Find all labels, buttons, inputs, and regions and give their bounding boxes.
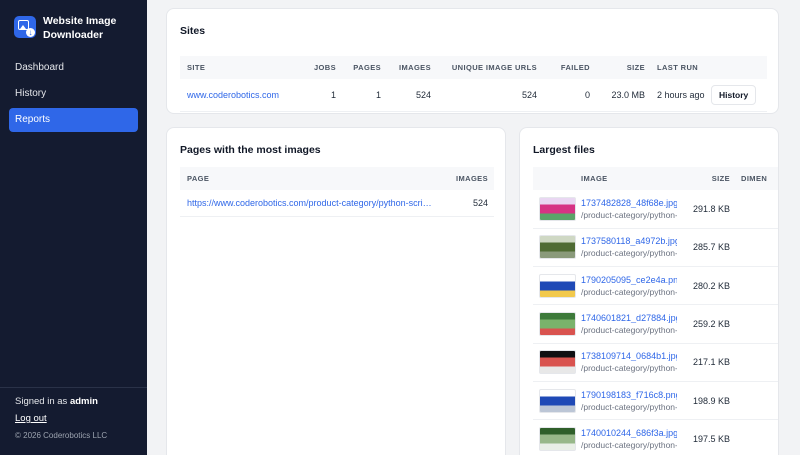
file-path: /product-category/python-scripts/	[581, 325, 677, 336]
col-unique-urls: UNIQUE IMAGE URLS	[431, 56, 537, 79]
size-value: 23.0 MB	[590, 79, 645, 112]
logout-link[interactable]: Log out	[15, 412, 47, 426]
col-thumb	[533, 167, 581, 190]
image-thumbnail[interactable]	[539, 388, 576, 413]
app-name: Website Image Downloader	[43, 15, 117, 41]
image-thumbnail[interactable]	[539, 350, 576, 375]
col-images: IMAGES	[439, 167, 494, 190]
table-row: 1738109714_0684b1.jpg/product-category/p…	[533, 343, 778, 382]
file-path: /product-category/python-scripts/	[581, 286, 677, 297]
file-size: 198.9 KB	[683, 381, 730, 421]
last-run-value: 2 hours ago	[645, 79, 711, 112]
site-link[interactable]: www.coderobotics.com	[187, 90, 279, 100]
file-path: /product-category/python-scripts/	[581, 248, 677, 259]
image-download-icon: ↓	[14, 16, 36, 38]
col-image: IMAGE	[581, 167, 683, 190]
images-value: 524	[381, 79, 431, 112]
file-dimensions: 1	[730, 190, 778, 229]
col-size: SIZE	[683, 167, 730, 190]
col-actions	[711, 56, 767, 79]
file-name-link[interactable]: 1738109714_0684b1.jpg	[581, 351, 677, 361]
file-name-link[interactable]: 1740010244_686f3a.jpg	[581, 428, 677, 438]
sites-table: SITE JOBS PAGES IMAGES UNIQUE IMAGE URLS…	[180, 56, 767, 112]
table-row: 1740601821_d27884.jpg/product-category/p…	[533, 304, 778, 344]
file-path: /product-category/python-scripts/	[581, 401, 677, 412]
file-path: /product-category/python-scripts/	[581, 439, 677, 450]
username: admin	[69, 396, 98, 407]
history-button[interactable]: History	[711, 84, 757, 105]
file-dimensions: 1	[730, 228, 778, 268]
sidebar: ↓ Website Image Downloader Dashboard His…	[0, 0, 147, 455]
sites-title: Sites	[180, 25, 206, 37]
file-dimensions	[730, 381, 778, 421]
file-name-link[interactable]: 1790205095_ce2e4a.png	[581, 275, 677, 285]
files-table: IMAGE SIZE DIMEN 1737482828_48f68e.jpg/p…	[533, 167, 778, 455]
file-dimensions: 1	[730, 304, 778, 344]
table-row: 1740010244_686f3a.jpg/product-category/p…	[533, 419, 778, 455]
file-size: 280.2 KB	[683, 266, 730, 306]
table-row: www.coderobotics.com 1 1 524 524 0 23.0 …	[180, 79, 767, 112]
table-row: 1737580118_a4972b.jpg/product-category/p…	[533, 228, 778, 268]
pages-title: Pages with the most images	[180, 144, 321, 156]
brand[interactable]: ↓ Website Image Downloader	[14, 14, 133, 42]
table-row: 1790198183_f716c8.png/product-category/p…	[533, 381, 778, 421]
pages-value: 1	[336, 79, 381, 112]
sidebar-nav: Dashboard History Reports	[9, 56, 138, 134]
file-size: 217.1 KB	[683, 343, 730, 382]
file-path: /product-category/python-scripts/	[581, 209, 677, 220]
jobs-value: 1	[300, 79, 336, 112]
sidebar-footer: Signed in as admin Log out © 2026 Codero…	[0, 387, 147, 455]
col-jobs: JOBS	[300, 56, 336, 79]
file-dimensions: 1	[730, 343, 778, 382]
largest-files-card: Largest files IMAGE SIZE DIMEN 173748282…	[519, 127, 779, 455]
sidebar-item-history[interactable]: History	[9, 82, 138, 106]
sites-card: Sites SITE JOBS PAGES IMAGES UNIQUE IMAG…	[166, 8, 779, 114]
col-last-run: LAST RUN	[645, 56, 711, 79]
file-size: 197.5 KB	[683, 419, 730, 455]
file-name-link[interactable]: 1790198183_f716c8.png	[581, 390, 677, 400]
col-images: IMAGES	[381, 56, 431, 79]
table-row: 1790205095_ce2e4a.png/product-category/p…	[533, 266, 778, 306]
col-size: SIZE	[590, 56, 645, 79]
col-site: SITE	[180, 56, 300, 79]
file-path: /product-category/python-scripts/	[581, 363, 677, 374]
file-dimensions	[730, 266, 778, 306]
sidebar-item-dashboard[interactable]: Dashboard	[9, 56, 138, 80]
pages-table: PAGE IMAGES https://www.coderobotics.com…	[180, 167, 494, 217]
copyright: © 2026 Coderobotics LLC	[15, 431, 108, 440]
table-row: https://www.coderobotics.com/product-cat…	[180, 190, 494, 217]
sidebar-item-reports[interactable]: Reports	[9, 108, 138, 132]
col-page: PAGE	[180, 167, 439, 190]
pages-card: Pages with the most images PAGE IMAGES h…	[166, 127, 506, 455]
file-size: 291.8 KB	[683, 190, 730, 229]
image-thumbnail[interactable]	[539, 235, 576, 260]
image-thumbnail[interactable]	[539, 273, 576, 298]
files-title: Largest files	[533, 144, 595, 156]
signed-in-text: Signed in as admin	[15, 396, 98, 407]
image-thumbnail[interactable]	[539, 426, 576, 451]
col-failed: FAILED	[537, 56, 590, 79]
image-thumbnail[interactable]	[539, 312, 576, 337]
page-link[interactable]: https://www.coderobotics.com/product-cat…	[187, 198, 435, 208]
file-size: 285.7 KB	[683, 228, 730, 268]
page-images-value: 524	[439, 190, 494, 217]
file-name-link[interactable]: 1737580118_a4972b.jpg	[581, 236, 677, 246]
file-dimensions: 1	[730, 419, 778, 455]
unique-urls-value: 524	[431, 79, 537, 112]
failed-value: 0	[537, 79, 590, 112]
file-name-link[interactable]: 1740601821_d27884.jpg	[581, 313, 677, 323]
col-dimensions: DIMEN	[730, 167, 778, 190]
col-pages: PAGES	[336, 56, 381, 79]
image-thumbnail[interactable]	[539, 196, 576, 221]
file-size: 259.2 KB	[683, 304, 730, 344]
file-name-link[interactable]: 1737482828_48f68e.jpg	[581, 198, 677, 208]
table-row: 1737482828_48f68e.jpg/product-category/p…	[533, 190, 778, 229]
